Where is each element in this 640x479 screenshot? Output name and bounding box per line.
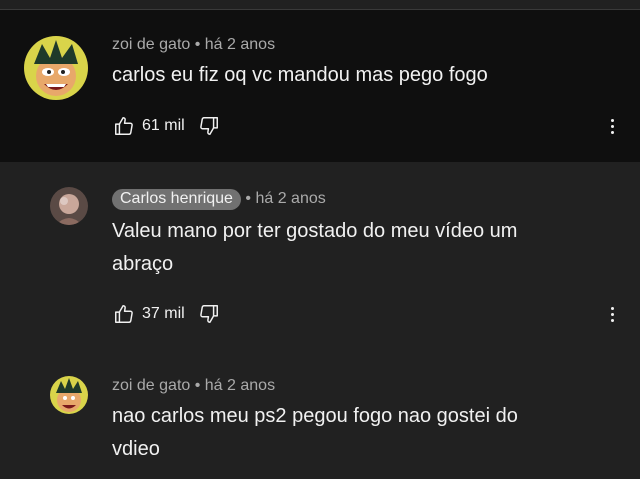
like-icon[interactable] bbox=[112, 114, 136, 138]
comment-thread: zoi de gato • há 2 anos carlos eu fiz oq… bbox=[0, 10, 640, 162]
reply-meta: zoi de gato • há 2 anos bbox=[112, 377, 275, 395]
author-name-chip[interactable]: Carlos henrique bbox=[112, 189, 241, 210]
reply-text-line-1: nao carlos meu ps2 pegou fogo nao gostei… bbox=[112, 405, 518, 427]
avatar[interactable] bbox=[24, 36, 88, 100]
author-name[interactable]: zoi de gato bbox=[112, 36, 190, 53]
like-count: 61 mil bbox=[142, 117, 185, 134]
dislike-icon[interactable] bbox=[197, 302, 221, 326]
comment-actions: 61 mil bbox=[112, 114, 221, 138]
comment-meta: zoi de gato • há 2 anos bbox=[112, 36, 275, 54]
top-divider bbox=[0, 0, 640, 10]
like-count: 37 mil bbox=[142, 305, 185, 322]
reply-text-line-1: Valeu mano por ter gostado do meu vídeo … bbox=[112, 220, 518, 242]
like-icon[interactable] bbox=[112, 302, 136, 326]
avatar[interactable] bbox=[50, 187, 88, 225]
dislike-icon[interactable] bbox=[197, 114, 221, 138]
avatar[interactable] bbox=[50, 376, 88, 414]
author-name[interactable]: zoi de gato bbox=[112, 377, 190, 394]
reply-time: • há 2 anos bbox=[245, 190, 326, 207]
reply-meta: Carlos henrique • há 2 anos bbox=[112, 189, 326, 210]
comment-time: • há 2 anos bbox=[194, 36, 276, 53]
reply-text-line-2: vdieo bbox=[112, 438, 160, 460]
replies-section: Carlos henrique • há 2 anos Valeu mano p… bbox=[0, 162, 640, 479]
comment-text: carlos eu fiz oq vc mandou mas pego fogo bbox=[112, 64, 488, 86]
reply-text-line-2: abraço bbox=[112, 253, 174, 275]
more-options-icon[interactable] bbox=[606, 302, 618, 326]
more-options-icon[interactable] bbox=[606, 114, 618, 138]
reply-actions: 37 mil bbox=[112, 302, 221, 326]
reply-time: • há 2 anos bbox=[194, 377, 276, 394]
